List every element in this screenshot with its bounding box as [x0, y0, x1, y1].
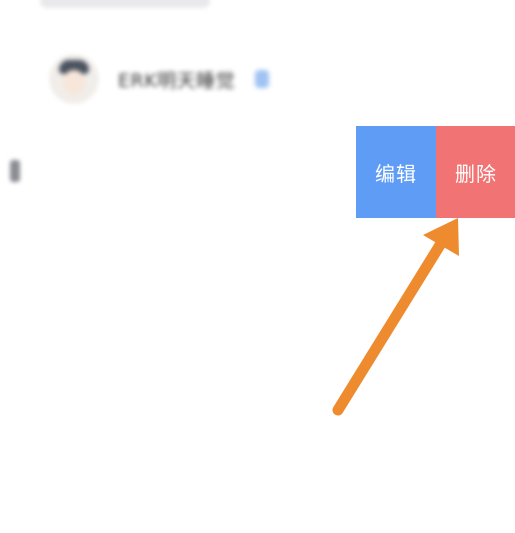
pointer-arrow-icon — [332, 218, 459, 416]
screen: ERK明天睡觉 编辑 删除 — [0, 0, 515, 533]
